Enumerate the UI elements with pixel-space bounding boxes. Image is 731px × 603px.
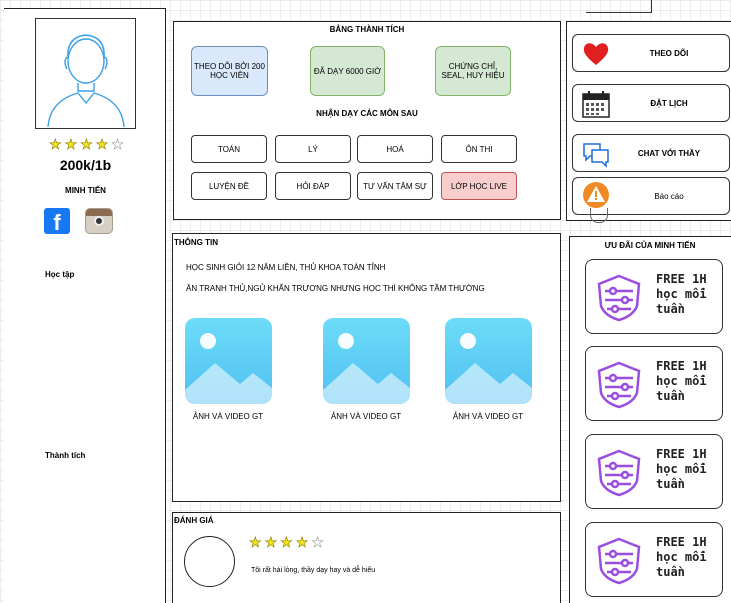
achievement-followers: THEO DÕI BỞI 200 HỌC VIÊN <box>191 46 268 96</box>
study-label: Học tập <box>45 270 75 279</box>
warning-icon <box>583 182 609 208</box>
promos-title: ƯU ĐÃI CỦA MINH TIẾN <box>604 241 696 250</box>
subject-exam-review[interactable]: ÔN THI <box>441 135 517 163</box>
promo-line: FREE 1H <box>656 359 707 373</box>
heart-icon <box>583 43 609 65</box>
promo-line: FREE 1H <box>656 447 707 461</box>
reviewer-avatar[interactable] <box>184 536 235 587</box>
star-filled-icon: ★ <box>80 136 93 152</box>
badge-icon <box>597 537 641 585</box>
badge-icon <box>597 361 641 409</box>
image-placeholder-icon <box>323 333 410 404</box>
star-filled-icon: ★ <box>49 136 62 152</box>
star-empty-icon: ★ <box>311 534 324 550</box>
promo-line: tuần <box>656 389 685 403</box>
subject-practice-tests[interactable]: LUYỆN ĐỀ <box>191 172 267 200</box>
info-title: THÔNG TIN <box>174 238 218 247</box>
promo-card[interactable]: FREE 1H học mỗi tuần <box>585 259 723 334</box>
promo-line: học mỗi <box>656 374 707 388</box>
promo-card[interactable]: FREE 1H học mỗi tuần <box>585 346 723 421</box>
report-label: Báo cáo <box>654 191 684 201</box>
profile-rating: ★ ★ ★ ★ ★ <box>49 136 124 152</box>
subjects-title: NHẬN DẠY CÁC MÔN SAU <box>316 109 418 118</box>
image-placeholder-icon <box>185 333 272 404</box>
instagram-icon[interactable] <box>85 208 113 234</box>
subject-counseling[interactable]: TƯ VẤN TÂM SỰ <box>357 172 433 200</box>
media-caption-3: ẢNH VÀ VIDEO GT <box>452 412 524 421</box>
promo-line: học mỗi <box>656 550 707 564</box>
star-filled-icon: ★ <box>95 136 109 152</box>
promo-line: tuần <box>656 565 685 579</box>
achievement-hours: ĐÃ DẠY 6000 GIỜ <box>310 46 385 96</box>
promo-line: tuần <box>656 302 685 316</box>
subject-live-class[interactable]: LỚP HỌC LIVE <box>441 172 517 200</box>
subject-qa[interactable]: HỎI ĐÁP <box>275 172 351 200</box>
schedule-label: ĐẶT LỊCH <box>650 98 688 108</box>
promo-text: FREE 1H học mỗi tuần <box>656 535 707 580</box>
chat-icon <box>583 143 609 168</box>
teacher-name: MINH TIẾN <box>65 186 106 195</box>
promo-line: FREE 1H <box>656 535 707 549</box>
report-stand <box>590 208 608 223</box>
badge-icon <box>597 274 641 322</box>
media-image-2[interactable] <box>323 318 410 404</box>
promo-line: tuần <box>656 477 685 491</box>
achievement-certificates: CHỨNG CHỈ, SEAL, HUY HIỆU <box>435 46 511 96</box>
info-line-2: ĂN TRANH THỦ,NGỦ KHẨN TRƯƠNG NHƯNG HỌC T… <box>186 284 485 293</box>
chat-button[interactable]: CHAT VỚI THẦY <box>572 134 730 172</box>
chat-label: CHAT VỚI THẦY <box>637 148 701 158</box>
info-line-1: HỌC SINH GIỎI 12 NĂM LIỀN, THỦ KHOA TOÀN… <box>186 263 386 272</box>
review-text: Tôi rất hài lòng, thầy dạy hay và dễ hiể… <box>251 567 376 574</box>
subject-chemistry[interactable]: HOÁ <box>357 135 433 163</box>
promo-text: FREE 1H học mỗi tuần <box>656 359 707 404</box>
media-caption-1: ẢNH VÀ VIDEO GT <box>192 412 264 421</box>
star-filled-icon: ★ <box>295 534 309 550</box>
star-filled-icon: ★ <box>64 136 78 152</box>
media-image-3[interactable] <box>445 318 532 404</box>
badge-icon <box>597 449 641 497</box>
star-empty-icon: ★ <box>111 136 124 152</box>
promo-text: FREE 1H học mỗi tuần <box>656 272 707 317</box>
promo-line: FREE 1H <box>656 272 707 286</box>
achievements-label: Thành tích <box>45 451 86 460</box>
subject-math[interactable]: TOÁN <box>191 135 267 163</box>
calendar-icon <box>582 91 610 118</box>
promo-card[interactable]: FREE 1H học mỗi tuần <box>585 434 723 509</box>
subject-physics[interactable]: LÝ <box>275 135 351 163</box>
promo-card[interactable]: FREE 1H học mỗi tuần <box>585 522 723 597</box>
top-connector-line <box>586 0 652 13</box>
avatar[interactable] <box>35 18 136 129</box>
facebook-icon[interactable]: f <box>44 208 70 234</box>
star-filled-icon: ★ <box>280 534 293 550</box>
follow-button[interactable]: THEO DÕI <box>572 34 730 72</box>
price-label: 200k/1b <box>59 157 112 173</box>
star-filled-icon: ★ <box>249 534 262 550</box>
review-rating: ★ ★ ★ ★ ★ <box>249 534 324 550</box>
promo-line: học mỗi <box>656 287 707 301</box>
media-caption-2: ẢNH VÀ VIDEO GT <box>330 412 402 421</box>
media-image-1[interactable] <box>185 318 272 404</box>
schedule-button[interactable]: ĐẶT LỊCH <box>572 84 730 122</box>
achievements-title: BẢNG THÀNH TÍCH <box>329 25 405 34</box>
promo-text: FREE 1H học mỗi tuần <box>656 447 707 492</box>
follow-label: THEO DÕI <box>649 48 689 58</box>
promo-line: học mỗi <box>656 462 707 476</box>
image-placeholder-icon <box>445 333 532 404</box>
star-filled-icon: ★ <box>264 534 278 550</box>
user-avatar-icon <box>47 34 125 128</box>
review-title: ĐÁNH GIÁ <box>174 516 214 525</box>
